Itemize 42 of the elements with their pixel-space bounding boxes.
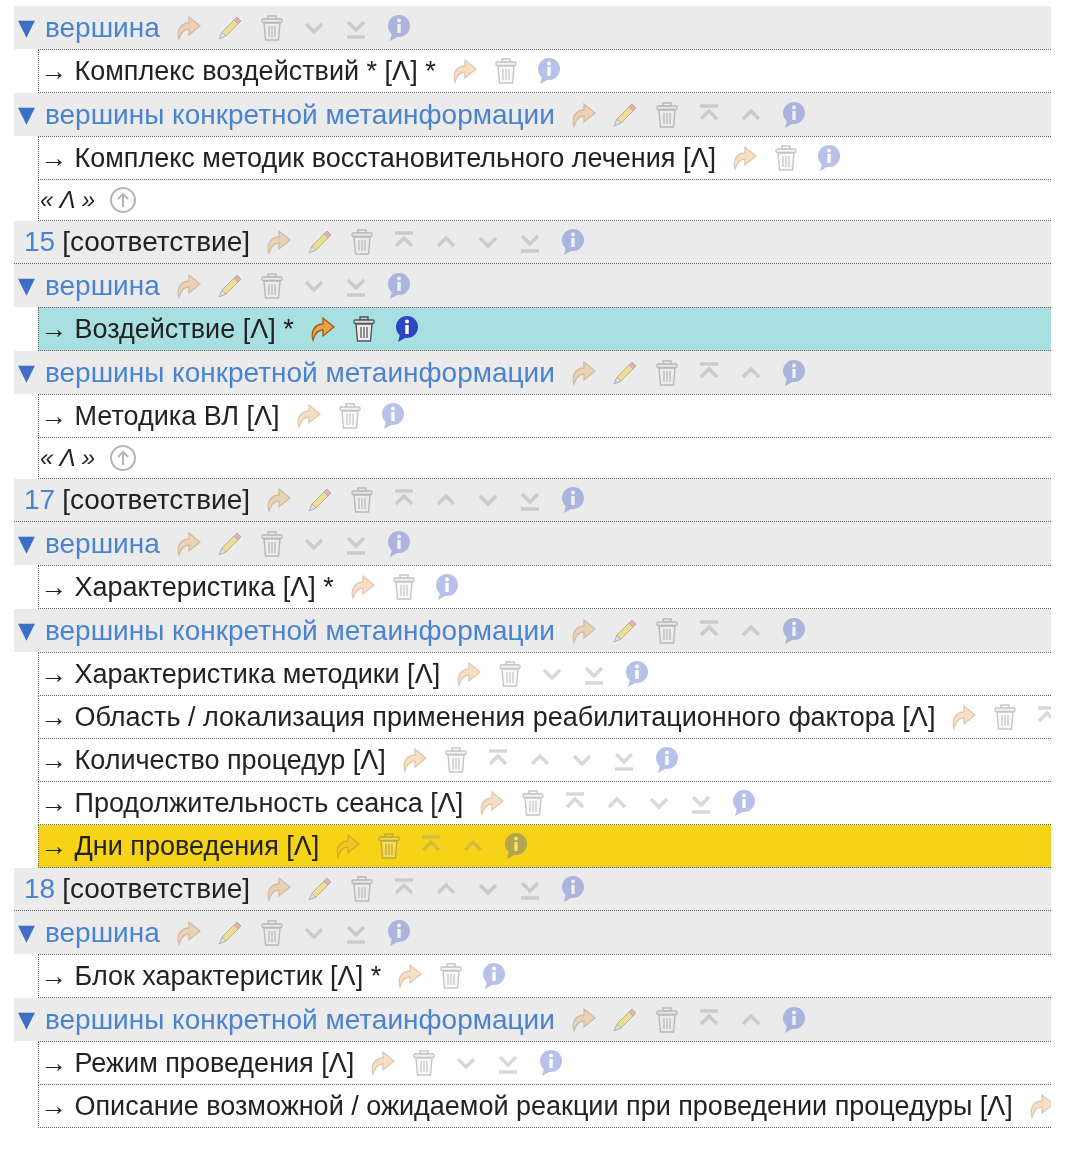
match-label: [соответствие] <box>62 226 250 258</box>
group-label[interactable]: вершина <box>44 527 160 560</box>
circled-arrow-up-icon[interactable] <box>109 444 138 472</box>
tree-item-label[interactable]: → Воздействие [Λ] * <box>40 313 294 345</box>
tree-item-label[interactable]: → Дни проведения [Λ] <box>40 830 320 862</box>
group-label[interactable]: вершины конкретной метаинформации <box>44 1003 555 1036</box>
group-label[interactable]: вершина <box>44 11 160 44</box>
nav-link[interactable]: « Λ » <box>40 444 96 472</box>
nav-link[interactable]: « Λ » <box>40 186 96 214</box>
tree-item-label[interactable]: → Комплекс методик восстановительного лечения [Λ] <box>40 142 716 174</box>
expand-toggle[interactable]: ▼ <box>18 15 35 40</box>
expand-toggle[interactable]: ▼ <box>18 273 35 298</box>
expand-toggle[interactable]: ▼ <box>18 618 35 643</box>
expand-toggle[interactable]: ▼ <box>18 102 35 127</box>
tree-item-label[interactable]: → Блок характеристик [Λ] * <box>40 960 382 992</box>
tree-item-label[interactable]: → Количество процедур [Λ] <box>40 744 386 776</box>
expand-toggle[interactable]: ▼ <box>18 920 35 945</box>
match-number[interactable]: 15 <box>24 226 56 258</box>
tree-item-label[interactable]: → Характеристика [Λ] * <box>40 571 334 603</box>
group-label[interactable]: вершина <box>44 916 160 949</box>
group-label[interactable]: вершина <box>44 269 160 302</box>
tree-item-label[interactable]: → Продолжительность сеанса [Λ] <box>40 787 464 819</box>
expand-toggle[interactable]: ▼ <box>18 1007 35 1032</box>
tree-item-label[interactable]: → Область / локализация применения реабилитационного фактора [Λ] <box>40 701 936 733</box>
group-label[interactable]: вершины конкретной метаинформации <box>44 614 555 647</box>
pencil-icon[interactable] <box>306 228 334 256</box>
match-number[interactable]: 17 <box>24 484 56 516</box>
pencil-icon[interactable] <box>306 875 334 903</box>
group-label[interactable]: вершины конкретной метаинформации <box>44 356 555 389</box>
match-label: [соответствие] <box>62 484 250 516</box>
pencil-icon[interactable] <box>306 486 334 514</box>
expand-toggle[interactable]: ▼ <box>18 360 35 385</box>
match-number[interactable]: 18 <box>24 873 56 905</box>
tree-item-label[interactable]: → Характеристика методики [Λ] <box>40 658 441 690</box>
tree-item-label[interactable]: → Описание возможной / ожидаемой реакции при проведении процедуры [Λ] <box>40 1090 1013 1122</box>
tree-item-label[interactable]: → Методика ВЛ [Λ] <box>40 400 280 432</box>
tree-item-label[interactable]: → Комплекс воздействий * [Λ] * <box>40 55 436 87</box>
tree-item-label[interactable]: → Режим проведения [Λ] <box>40 1047 355 1079</box>
circled-arrow-up-icon[interactable] <box>109 186 138 214</box>
expand-toggle[interactable]: ▼ <box>18 531 35 556</box>
group-label[interactable]: вершины конкретной метаинформации <box>44 98 555 131</box>
match-label: [соответствие] <box>62 873 250 905</box>
